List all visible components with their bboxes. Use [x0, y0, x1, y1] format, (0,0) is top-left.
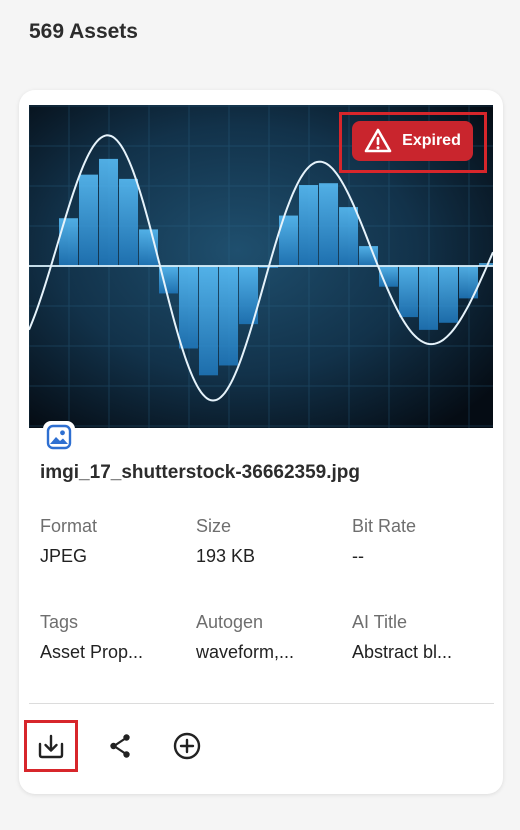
metadata-label: Size — [196, 516, 232, 536]
metadata-autogen: Autogen waveform,... — [196, 612, 336, 663]
metadata-value: 193 KB — [196, 546, 256, 566]
metadata-value: -- — [352, 546, 364, 566]
waveform-bar — [299, 185, 318, 266]
download-button[interactable] — [24, 720, 78, 772]
alert-triangle-icon — [364, 128, 392, 153]
card-actions — [24, 720, 224, 772]
asset-filename[interactable]: imgi_17_shutterstock-36662359.jpg — [40, 462, 360, 484]
metadata-value: waveform,... — [196, 642, 295, 662]
waveform-bar — [339, 207, 358, 266]
metadata-value: Abstract bl... — [352, 642, 453, 662]
add-to-collection-button[interactable] — [160, 720, 214, 772]
metadata-bit-rate: Bit Rate -- — [352, 516, 492, 567]
waveform-bar — [419, 266, 438, 330]
asset-card[interactable]: Expired imgi_17_shutterstock-36662359.jp… — [19, 90, 503, 794]
metadata-size: Size 193 KB — [196, 516, 336, 567]
metadata-ai-title: AI Title Abstract bl... — [352, 612, 492, 663]
waveform-bar — [319, 183, 338, 266]
metadata-label: Bit Rate — [352, 516, 417, 536]
expired-badge[interactable]: Expired — [352, 121, 473, 161]
metadata-label: Tags — [40, 612, 79, 632]
waveform-bar — [119, 178, 138, 266]
metadata-value: JPEG — [40, 546, 88, 566]
assets-count-heading: 569 Assets — [29, 20, 138, 43]
image-type-icon-container — [43, 421, 75, 453]
metadata-tags: Tags Asset Prop... — [40, 612, 180, 663]
expired-badge-label: Expired — [402, 132, 461, 149]
metadata-label: Format — [40, 516, 98, 536]
waveform-bar — [99, 158, 118, 266]
waveform-bar — [439, 266, 458, 323]
waveform-bar — [399, 266, 418, 318]
metadata-label: Autogen — [196, 612, 264, 632]
waveform-bar — [219, 266, 238, 366]
waveform-bar — [179, 266, 198, 349]
add-circle-icon — [173, 732, 201, 760]
metadata-label: AI Title — [352, 612, 408, 632]
waveform-bar — [79, 174, 98, 266]
share-icon — [110, 734, 130, 758]
metadata-value: Asset Prop... — [40, 642, 144, 662]
waveform-bar — [59, 218, 78, 266]
card-divider — [29, 703, 494, 704]
metadata-format: Format JPEG — [40, 516, 180, 567]
share-button[interactable] — [93, 720, 147, 772]
download-icon — [38, 734, 64, 759]
image-icon — [46, 424, 72, 450]
waveform-bar — [199, 266, 218, 376]
